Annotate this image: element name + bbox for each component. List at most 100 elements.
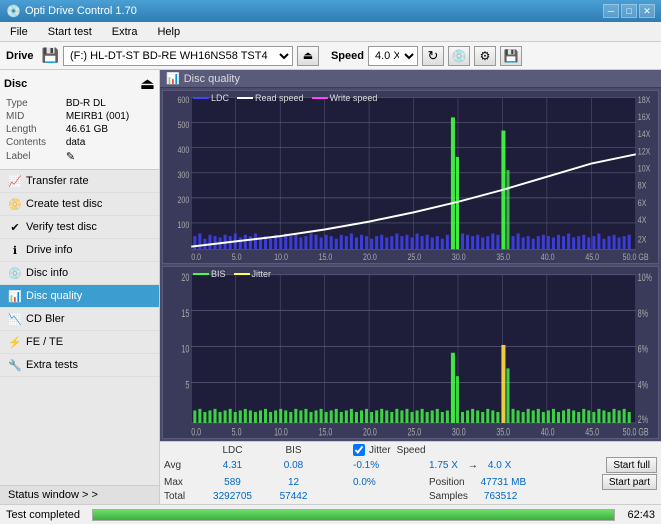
svg-text:35.0: 35.0 [496, 425, 510, 437]
extra-tests-icon: 🔧 [8, 358, 22, 372]
cd-bler-icon: 📉 [8, 312, 22, 326]
charts-container: LDC Read speed Write speed [160, 88, 661, 441]
disc-contents-row: Contents data [6, 137, 153, 148]
settings-button[interactable]: ⚙ [474, 46, 496, 66]
svg-text:200: 200 [177, 195, 189, 205]
svg-text:100: 100 [177, 220, 189, 230]
menu-extra[interactable]: Extra [106, 24, 144, 40]
ldc-header: LDC [205, 445, 260, 456]
mid-label: MID [6, 111, 64, 122]
ldc-max: 589 [205, 477, 260, 488]
svg-text:10: 10 [181, 343, 189, 355]
svg-text:5.0: 5.0 [232, 252, 242, 262]
svg-text:30.0: 30.0 [452, 252, 466, 262]
sidebar-item-cd-bler[interactable]: 📉 CD Bler [0, 308, 159, 331]
minimize-button[interactable]: ─ [603, 4, 619, 18]
disc-info-table: Type BD-R DL MID MEIRB1 (001) Length 46.… [4, 96, 155, 165]
title-bar-controls: ─ □ ✕ [603, 4, 655, 18]
stats-header-row: LDC BIS Jitter Speed [164, 444, 657, 456]
disc-icon: 💿 [452, 49, 467, 63]
contents-value[interactable]: data [66, 137, 153, 148]
legend-write-speed-label: Write speed [330, 93, 378, 103]
jitter-checkbox[interactable] [353, 444, 365, 456]
disc-section-title: Disc [4, 78, 27, 90]
svg-text:15.0: 15.0 [319, 252, 333, 262]
chart2-svg: 20 15 10 5 10% 8% 6% 4% 2% [163, 267, 658, 439]
sidebar-item-fe-te[interactable]: ⚡ FE / TE [0, 331, 159, 354]
sidebar-item-disc-quality[interactable]: 📊 Disc quality [0, 285, 159, 308]
maximize-button[interactable]: □ [621, 4, 637, 18]
svg-text:30.0: 30.0 [452, 425, 466, 437]
chart2-legend: BIS Jitter [193, 269, 271, 279]
svg-text:50.0 GB: 50.0 GB [623, 425, 649, 437]
disc-quality-icon: 📊 [8, 289, 22, 303]
app-icon: 💿 [6, 4, 21, 18]
svg-text:10%: 10% [638, 271, 652, 283]
position-label: Position [429, 477, 465, 488]
title-bar: 💿 Opti Drive Control 1.70 ─ □ ✕ [0, 0, 661, 22]
legend-jitter: Jitter [234, 269, 272, 279]
label-edit-icon[interactable]: ✎ [66, 151, 75, 163]
sidebar-item-disc-info[interactable]: 💿 Disc info [0, 262, 159, 285]
close-button[interactable]: ✕ [639, 4, 655, 18]
drive-info-label: Drive info [26, 244, 72, 256]
save-icon: 💾 [504, 49, 519, 63]
verify-test-disc-label: Verify test disc [26, 221, 97, 233]
speed-select[interactable]: 4.0 X [368, 46, 418, 66]
start-part-button[interactable]: Start part [602, 474, 657, 490]
samples-label: Samples [429, 491, 468, 502]
disc-type-row: Type BD-R DL [6, 98, 153, 109]
type-label: Type [6, 98, 64, 109]
create-test-disc-icon: 📀 [8, 197, 22, 211]
disc-panel: Disc ⏏ Type BD-R DL MID MEIRB1 (001) Len… [0, 70, 159, 170]
menu-start-test[interactable]: Start test [42, 24, 98, 40]
status-bar: Test completed 62:43 [0, 504, 661, 524]
svg-text:300: 300 [177, 170, 189, 180]
disc-info-icon: 💿 [8, 266, 22, 280]
svg-text:14X: 14X [638, 129, 651, 139]
svg-text:6%: 6% [638, 343, 648, 355]
drive-select[interactable]: (F:) HL-DT-ST BD-RE WH16NS58 TST4 [63, 46, 293, 66]
svg-text:10.0: 10.0 [274, 252, 288, 262]
chart-bis: BIS Jitter [162, 266, 659, 440]
menu-help[interactable]: Help [151, 24, 186, 40]
start-full-button[interactable]: Start full [606, 457, 657, 473]
progress-bar-fill [93, 510, 614, 520]
stats-avg-row: Avg 4.31 0.08 -0.1% 1.75 X → 4.0 X Start… [164, 457, 657, 473]
sidebar-item-extra-tests[interactable]: 🔧 Extra tests [0, 354, 159, 377]
length-label: Length [6, 124, 64, 135]
cd-bler-label: CD Bler [26, 313, 65, 325]
eject-icon: ⏏ [303, 49, 313, 62]
chart-ldc: LDC Read speed Write speed [162, 90, 659, 264]
mid-value: MEIRB1 (001) [66, 111, 153, 122]
legend-read-speed: Read speed [237, 93, 304, 103]
legend-ldc-label: LDC [211, 93, 229, 103]
ldc-total: 3292705 [205, 491, 260, 502]
stats-max-row: Max 589 12 0.0% Position 47731 MB Start … [164, 474, 657, 490]
sidebar-item-verify-test-disc[interactable]: ✔ Verify test disc [0, 216, 159, 239]
svg-text:0.0: 0.0 [191, 425, 201, 437]
content-area: 📊 Disc quality LDC Read speed [160, 70, 661, 504]
transfer-rate-icon: 📈 [8, 174, 22, 188]
disc-eject-icon[interactable]: ⏏ [140, 74, 155, 94]
sidebar-item-transfer-rate[interactable]: 📈 Transfer rate [0, 170, 159, 193]
avg-label: Avg [164, 460, 199, 471]
menu-file[interactable]: File [4, 24, 34, 40]
extra-tests-label: Extra tests [26, 359, 78, 371]
svg-text:16X: 16X [638, 112, 651, 122]
sidebar-item-drive-info[interactable]: ℹ Drive info [0, 239, 159, 262]
sidebar: Disc ⏏ Type BD-R DL MID MEIRB1 (001) Len… [0, 70, 160, 504]
disc-button[interactable]: 💿 [448, 46, 470, 66]
status-window-button[interactable]: Status window > > [0, 485, 159, 504]
svg-text:12X: 12X [638, 146, 651, 156]
svg-text:5.0: 5.0 [232, 425, 242, 437]
status-text: Test completed [6, 509, 80, 521]
svg-text:5: 5 [185, 379, 189, 391]
save-button[interactable]: 💾 [500, 46, 522, 66]
refresh-button[interactable]: ↻ [422, 46, 444, 66]
app-title: Opti Drive Control 1.70 [25, 5, 137, 17]
legend-read-speed-label: Read speed [255, 93, 304, 103]
sidebar-item-create-test-disc[interactable]: 📀 Create test disc [0, 193, 159, 216]
eject-button[interactable]: ⏏ [297, 46, 319, 66]
svg-text:400: 400 [177, 145, 189, 155]
